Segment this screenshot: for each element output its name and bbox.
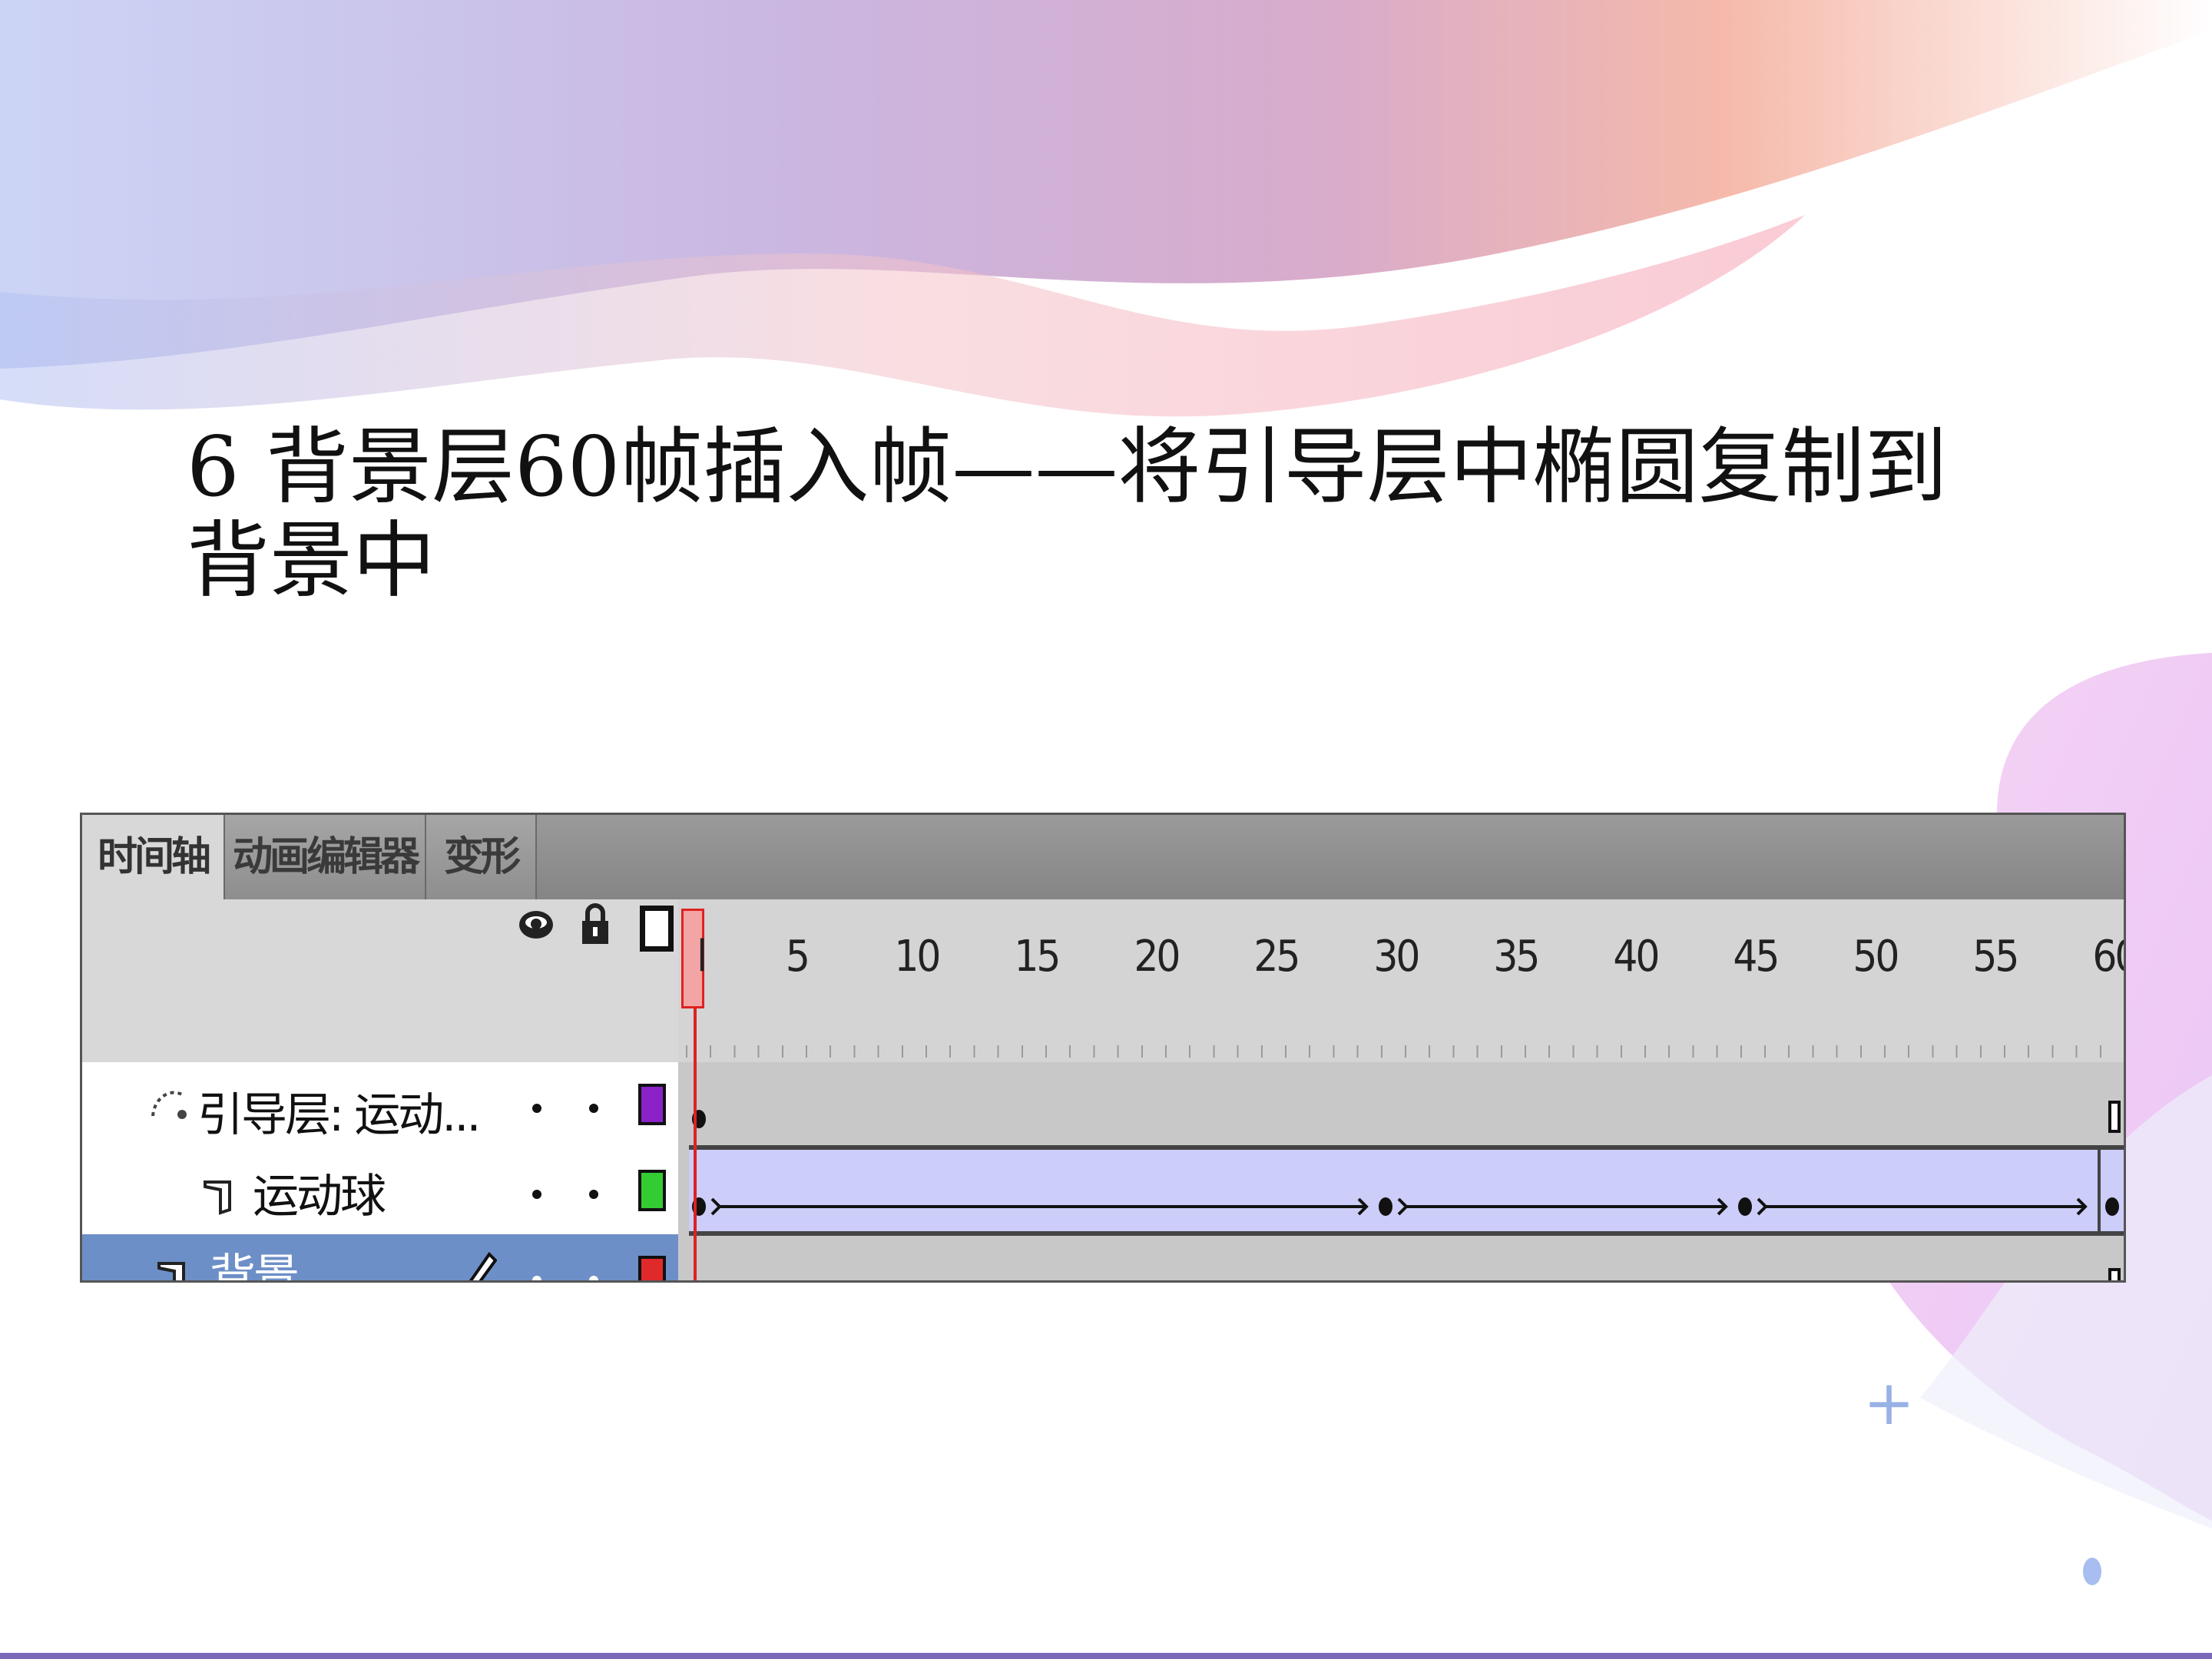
layer-icon [157, 1262, 185, 1280]
outline-icon[interactable] [640, 906, 674, 952]
keyframe-45[interactable] [1738, 1197, 1752, 1216]
layer-outline-color[interactable] [638, 1256, 666, 1280]
visibility-dot[interactable] [532, 1104, 541, 1113]
ruler-label: 35 [1493, 932, 1540, 982]
playhead-line [694, 1007, 697, 1280]
frame-track[interactable] [689, 1062, 2124, 1148]
layer-name[interactable]: 引导层: 运动... [197, 1078, 482, 1144]
ruler-label: 60 [2092, 932, 2124, 982]
ruler-label: 50 [1853, 932, 1899, 982]
layer-name-cell: 引导层: 运动... [82, 1062, 678, 1148]
layer-outline-color[interactable] [638, 1170, 666, 1211]
ruler-label: 55 [1972, 932, 2019, 982]
ruler-label: 10 [894, 932, 941, 982]
visibility-dot[interactable] [532, 1276, 541, 1280]
guide-layer-icon [151, 1091, 187, 1119]
layer-row-background[interactable]: 背景 [82, 1234, 2124, 1280]
slide-title: 6 背景层60帧插入帧——将引导层中椭圆复制到背景中 [187, 419, 1948, 609]
lock-dot[interactable] [589, 1190, 598, 1199]
end-frame-60[interactable] [2108, 1101, 2121, 1133]
ruler-label: 40 [1613, 932, 1660, 982]
ruler-label: 30 [1373, 932, 1420, 982]
keyframe-30[interactable] [1379, 1197, 1392, 1216]
layer-row-guide[interactable]: 引导层: 运动... [82, 1062, 2124, 1148]
ruler-ticks [686, 1045, 2124, 1058]
frame-track[interactable] [689, 1148, 2124, 1236]
ruler-label: 45 [1733, 932, 1780, 982]
layer-name-cell: 运动球 [82, 1148, 678, 1234]
lock-dot[interactable] [589, 1276, 598, 1280]
lock-dot[interactable] [589, 1104, 598, 1113]
visibility-dot[interactable] [532, 1190, 541, 1199]
layer-name[interactable]: 背景 [210, 1239, 300, 1280]
layer-icon [204, 1181, 231, 1215]
ruler-label: 5 [785, 932, 810, 982]
tab-transform[interactable]: 变形 [426, 815, 537, 899]
pencil-icon [469, 1251, 497, 1280]
frame-track[interactable] [689, 1234, 2124, 1280]
plus-decoration: + [1863, 1367, 1916, 1439]
layer-row-ball[interactable]: 运动球 [82, 1148, 2124, 1236]
layer-outline-color[interactable] [638, 1084, 666, 1125]
ruler-label: l [697, 932, 707, 982]
tab-motion-editor[interactable]: 动画编辑器 [225, 815, 426, 899]
eye-icon[interactable] [517, 906, 555, 944]
layer-name-cell: 背景 [82, 1234, 678, 1280]
lock-icon[interactable] [580, 902, 611, 945]
tab-timeline[interactable]: 时间轴 [82, 815, 225, 899]
layer-name[interactable]: 运动球 [253, 1159, 386, 1226]
ruler-label: 20 [1134, 932, 1181, 982]
ruler-label: 25 [1253, 932, 1300, 982]
end-frame-60[interactable] [2108, 1268, 2121, 1280]
timeline-tab-bar: 时间轴 动画编辑器 变形 [82, 815, 2124, 901]
timeline-panel: 时间轴 动画编辑器 变形 引导层: 运动... 运动球 背景 l 5 10 15… [80, 813, 2126, 1283]
motion-tween-arrows [710, 1150, 2101, 1236]
keyframe-60[interactable] [2105, 1197, 2119, 1216]
ruler-label: 15 [1014, 932, 1061, 982]
